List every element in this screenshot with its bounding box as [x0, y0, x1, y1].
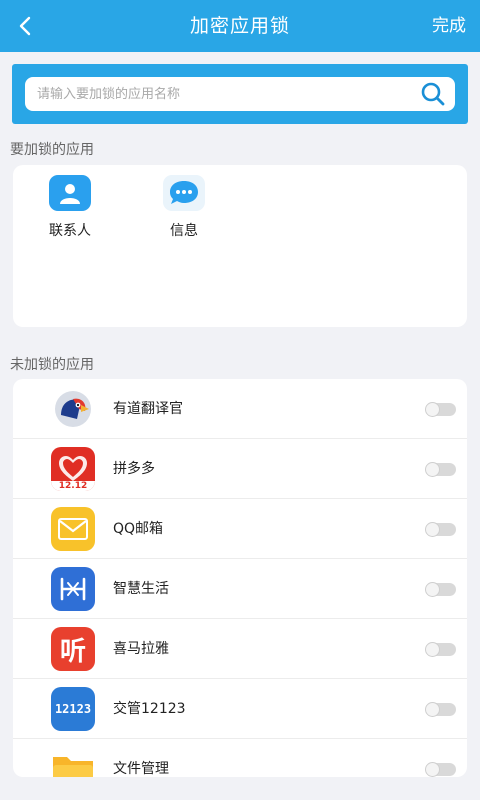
ximalaya-glyph: 听	[59, 636, 86, 667]
pinduoduo-icon: 12.12	[51, 447, 95, 491]
app-name: 有道翻译官	[113, 401, 183, 417]
app-name: 文件管理	[113, 761, 169, 777]
app-name: 智慧生活	[113, 581, 169, 597]
pinduoduo-badge: 12.12	[58, 481, 88, 491]
qq-mail-icon	[51, 507, 95, 551]
app-row-traffic-12123[interactable]: 12123 交管12123	[13, 679, 467, 739]
app-name: 交管12123	[113, 701, 186, 717]
search-icon	[421, 82, 445, 106]
lock-toggle[interactable]	[425, 462, 456, 477]
app-row-pinduoduo[interactable]: 12.12 拼多多	[13, 439, 467, 499]
app-row-file-manager[interactable]: 文件管理	[13, 739, 467, 777]
smart-life-icon	[51, 567, 95, 611]
lock-toggle[interactable]	[425, 402, 456, 417]
messages-icon	[163, 175, 205, 211]
lock-toggle[interactable]	[425, 522, 456, 537]
locked-apps-panel: 联系人 信息	[13, 165, 467, 327]
lock-toggle[interactable]	[425, 642, 456, 657]
lock-toggle[interactable]	[425, 762, 456, 777]
locked-app-contacts[interactable]: 联系人	[30, 175, 110, 240]
traffic-12123-icon: 12123	[51, 687, 95, 731]
unlocked-section-title: 未加锁的应用	[10, 357, 94, 373]
ximalaya-icon: 听	[51, 627, 95, 671]
lock-toggle[interactable]	[425, 582, 456, 597]
app-row-youdao[interactable]: 有道翻译官	[13, 379, 467, 439]
locked-app-messages[interactable]: 信息	[144, 175, 224, 240]
search-box	[25, 77, 455, 111]
done-button[interactable]: 完成	[432, 0, 466, 52]
locked-section-title: 要加锁的应用	[10, 142, 94, 158]
unlocked-apps-list: 有道翻译官 12.12 拼多多 QQ邮箱 智慧生活 听 喜马拉雅 12123 交…	[13, 379, 467, 777]
app-name: 拼多多	[113, 461, 155, 477]
app-header: 加密应用锁 完成	[0, 0, 480, 52]
app-name: QQ邮箱	[113, 521, 164, 537]
app-row-smart-life[interactable]: 智慧生活	[13, 559, 467, 619]
app-row-ximalaya[interactable]: 听 喜马拉雅	[13, 619, 467, 679]
lock-toggle[interactable]	[425, 702, 456, 717]
app-name: 喜马拉雅	[113, 641, 169, 657]
traffic-12123-glyph: 12123	[54, 702, 92, 716]
file-manager-icon	[51, 747, 95, 777]
locked-app-label: 联系人	[49, 223, 91, 239]
search-bar	[12, 64, 468, 124]
search-input[interactable]	[25, 77, 411, 111]
youdao-translator-icon	[51, 387, 95, 431]
search-button[interactable]	[411, 77, 455, 111]
locked-app-label: 信息	[170, 223, 198, 239]
app-row-qq-mail[interactable]: QQ邮箱	[13, 499, 467, 559]
page-title: 加密应用锁	[189, 15, 290, 37]
contacts-icon	[49, 175, 91, 211]
